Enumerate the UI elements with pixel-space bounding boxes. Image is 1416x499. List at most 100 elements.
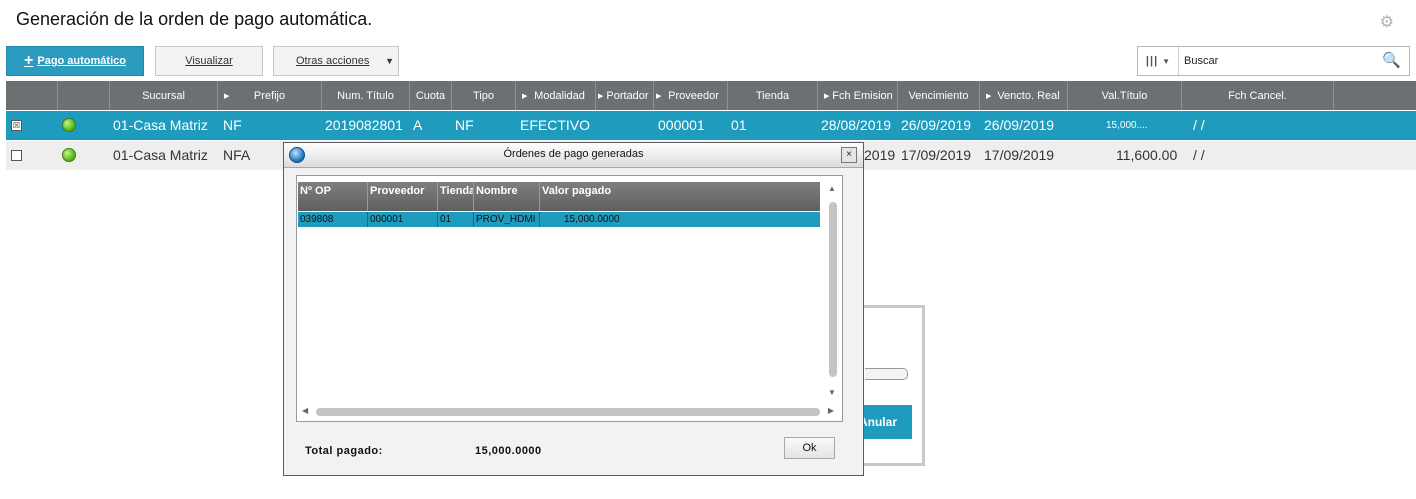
otras-acciones-label: Otras acciones [296,55,370,67]
scroll-right-icon[interactable]: ▶ [828,406,834,415]
header-label: Modalidad [534,89,585,102]
header-prefijo[interactable]: ▶ Prefijo [218,81,322,110]
chevron-down-icon: ▼ [385,56,394,66]
row-checkbox[interactable] [11,150,22,161]
cell-proveedor: 000001 [368,212,438,227]
settings-gear-icon[interactable]: ⚙ [1380,12,1394,32]
status-green-icon [62,148,76,162]
pago-automatico-label: Pago automático [37,55,126,67]
header-fch-cancel[interactable]: Fch Cancel. [1182,81,1334,110]
ordenes-table: Nº OP Proveedor Tienda Nombre Valor paga… [296,175,843,422]
header-label: Portador [606,89,649,102]
cell-val-titulo: 11,600.00 [1116,147,1178,163]
header-label: Sucursal [142,89,185,102]
ordenes-pago-modal: Órdenes de pago generadas × Nº OP Provee… [283,142,864,476]
status-green-icon [62,118,76,132]
header-num-titulo[interactable]: Num. Título [322,81,410,110]
header-nro-op[interactable]: Nº OP [298,182,368,211]
scroll-thumb[interactable] [316,408,820,416]
visualizar-button[interactable]: Visualizar [155,46,263,76]
header-proveedor[interactable]: Proveedor [368,182,438,211]
cell-fch-emision: 2019 [864,147,896,163]
header-status-col[interactable] [58,81,110,110]
sort-arrow-icon: ▶ [656,92,662,100]
header-fch-emision[interactable]: ▶ Fch Emision [818,81,898,110]
header-proveedor[interactable]: ▶ Proveedor [654,81,728,110]
header-valor-pagado[interactable]: Valor pagado [540,182,820,211]
plus-icon: + [24,52,34,69]
header-vencto-real[interactable]: ▶ Vencto. Real [980,81,1068,110]
row-checkbox[interactable]: ☒ [11,120,22,131]
columns-icon: ||| [1145,55,1159,67]
cell-prefijo: NF [223,117,242,133]
cell-vencimiento: 26/09/2019 [901,117,972,133]
cell-num-titulo: 2019082801 [325,117,403,133]
chevron-down-icon: ▼ [1162,56,1171,66]
header-val-titulo[interactable]: Val.Título [1068,81,1182,110]
cell-sucursal: 01-Casa Matriz [113,147,208,163]
table-row[interactable]: ☒ 01-Casa Matriz NF 2019082801 A NF EFEC… [6,111,1416,140]
pago-automatico-button[interactable]: + Pago automático [6,46,144,76]
search-icon[interactable]: 🔍 [1382,51,1401,69]
cell-valor-pagado: 15,000.0000 [564,214,620,225]
header-label: Vencto. Real [997,89,1060,102]
sort-arrow-icon: ▶ [224,92,230,100]
header-tienda[interactable]: Tienda [728,81,818,110]
cell-val-titulo: 15,000.... [1106,120,1148,131]
header-vencimiento[interactable]: Vencimiento [898,81,980,110]
modal-title: Órdenes de pago generadas [503,148,644,160]
header-tipo[interactable]: Tipo [452,81,516,110]
header-label: Cuota [415,89,446,102]
header-label: Tipo [473,89,494,102]
ok-button[interactable]: Ok [784,437,835,459]
header-label: Fch Emision [832,89,893,102]
header-label: Tienda [755,89,790,102]
scroll-left-icon[interactable]: ◀ [302,406,308,415]
cell-nombre: PROV_HDMI [474,212,540,227]
cell-fch-emision: 28/08/2019 [821,117,892,133]
cell-vencimiento: 17/09/2019 [901,147,972,163]
total-pagado-value: 15,000.0000 [475,445,542,457]
cell-fch-cancel: / / [1193,147,1205,163]
horizontal-scrollbar[interactable]: ◀ ▶ [298,405,838,419]
sort-arrow-icon: ▶ [824,92,830,100]
search-input[interactable] [1184,52,1374,70]
close-icon[interactable]: × [841,147,857,163]
otras-acciones-button[interactable]: Otras acciones ▼ [273,46,399,76]
cell-tienda: 01 [438,212,474,227]
scroll-up-icon[interactable]: ▲ [828,184,836,193]
header-cuota[interactable]: Cuota [410,81,452,110]
header-label: Fch Cancel. [1228,89,1287,102]
header-tienda[interactable]: Tienda [438,182,474,211]
header-select-col[interactable] [6,81,58,110]
header-nombre[interactable]: Nombre [474,182,540,211]
cell-fch-cancel: / / [1193,117,1205,133]
cell-sucursal: 01-Casa Matriz [113,117,208,133]
cell-cuota: A [413,117,423,133]
header-label: Vencimiento [908,89,969,102]
search-box: ||| ▼ 🔍 [1137,46,1410,76]
header-sucursal[interactable]: Sucursal [110,81,218,110]
modal-title-bar[interactable]: Órdenes de pago generadas × [284,143,863,168]
scroll-thumb[interactable] [829,202,837,377]
cell-proveedor: 000001 [658,117,705,133]
header-portador[interactable]: ▶ Portador [596,81,654,110]
header-modalidad[interactable]: ▶ Modalidad [516,81,596,110]
grid-header: Sucursal ▶ Prefijo Num. Título Cuota Tipo… [6,81,1416,110]
vertical-scrollbar[interactable]: ▲ ▼ [826,182,840,397]
anular-button[interactable]: Anular [859,405,912,439]
ordenes-table-header: Nº OP Proveedor Tienda Nombre Valor paga… [298,182,820,211]
background-progress-bar [865,368,908,380]
cell-prefijo: NFA [223,147,251,163]
header-label: Proveedor [668,89,719,102]
cell-tipo: NF [455,117,474,133]
columns-selector-button[interactable]: ||| ▼ [1138,47,1179,75]
sort-arrow-icon: ▶ [598,92,604,100]
cell-vencto-real: 17/09/2019 [984,147,1055,163]
table-row[interactable]: 039808 000001 01 PROV_HDMI 15,000.0000 [298,212,820,227]
cell-tienda: 01 [731,117,747,133]
scroll-down-icon[interactable]: ▼ [828,388,836,397]
sort-arrow-icon: ▶ [522,92,528,100]
page-title: Generación de la orden de pago automátic… [16,9,373,29]
cell-nro-op: 039808 [298,212,368,227]
